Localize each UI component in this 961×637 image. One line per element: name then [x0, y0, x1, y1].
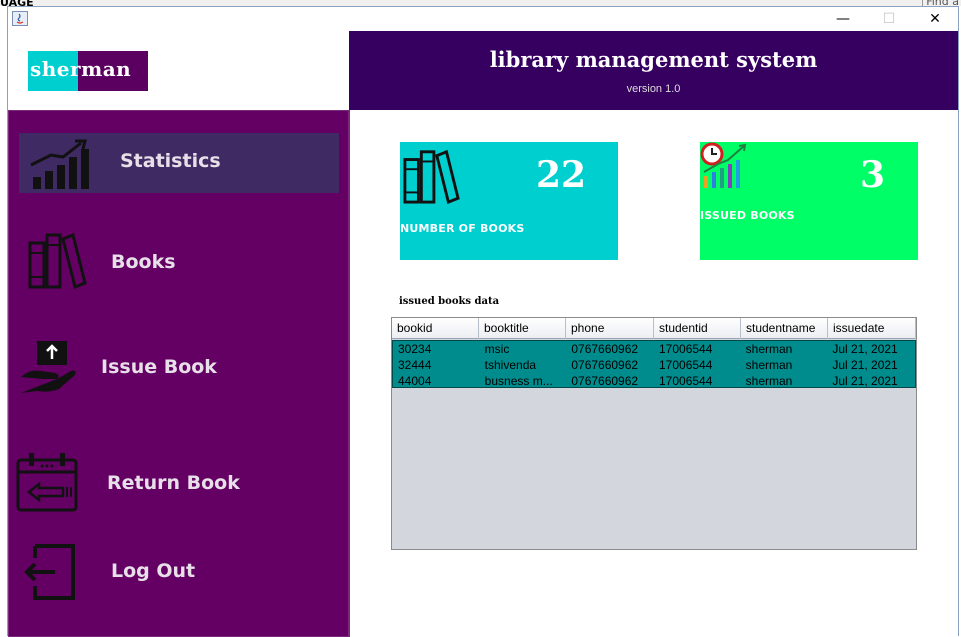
sidebar-item-books[interactable]: Books — [9, 223, 350, 293]
close-button[interactable]: ✕ — [912, 7, 958, 31]
sidebar-item-label: Log Out — [111, 560, 196, 582]
sidebar-item-logout[interactable]: Log Out — [9, 536, 350, 606]
column-header-studentname[interactable]: studentname — [741, 318, 828, 339]
title-bar[interactable]: — ☐ ✕ — [8, 7, 958, 31]
column-header-studentid[interactable]: studentid — [654, 318, 741, 339]
table-row[interactable]: 32444 tshivenda 0767660962 17006544 sher… — [393, 357, 915, 373]
table-cell: 17006544 — [659, 358, 713, 372]
table-cell: Jul 21, 2021 — [832, 342, 898, 356]
table-cell: sherman — [745, 342, 793, 356]
app-version: version 1.0 — [626, 83, 681, 95]
clock-growth-icon — [700, 142, 750, 196]
column-header-bookid[interactable]: bookid — [392, 318, 479, 339]
table-body: 30234 msic 0767660962 17006544 sherman J… — [392, 340, 916, 388]
app-header: library management system version 1.0 — [349, 31, 958, 110]
logo-area: sherman — [8, 31, 349, 110]
table-cell: tshivenda — [484, 358, 537, 372]
issued-count-label: ISSUED BOOKS — [700, 209, 795, 222]
logout-icon — [23, 542, 79, 606]
chart-icon — [29, 137, 93, 195]
app-title: library management system — [489, 47, 818, 72]
brand-logo-text: sherman — [30, 57, 132, 81]
table-cell: 0767660962 — [571, 374, 639, 388]
minimize-button[interactable]: — — [820, 7, 866, 31]
app-window: — ☐ ✕ sherman library management system … — [7, 6, 959, 637]
column-header-booktitle[interactable]: booktitle — [479, 318, 566, 339]
column-header-issuedate[interactable]: issuedate — [828, 318, 916, 339]
books-count: 22 — [536, 154, 587, 196]
table-caption: issued books data — [399, 296, 500, 307]
books-count-label: NUMBER OF BOOKS — [400, 222, 525, 235]
issued-count: 3 — [860, 154, 886, 196]
table-cell: 32444 — [398, 358, 432, 372]
java-app-icon — [12, 11, 28, 26]
issued-books-table[interactable]: bookid booktitle phone studentid student… — [391, 317, 917, 550]
sidebar-item-label: Books — [111, 251, 176, 273]
table-cell: 17006544 — [659, 342, 713, 356]
sidebar-item-label: Statistics — [120, 150, 221, 172]
sidebar: Statistics Books Issue Book Return Book … — [8, 110, 349, 637]
table-cell: msic — [484, 342, 510, 356]
column-header-phone[interactable]: phone — [566, 318, 654, 339]
table-cell: Jul 21, 2021 — [832, 358, 898, 372]
sidebar-item-label: Return Book — [107, 472, 240, 494]
table-cell: 44004 — [398, 374, 432, 388]
brand-logo: sherman — [28, 51, 148, 91]
table-cell: 0767660962 — [571, 358, 639, 372]
table-header: bookid booktitle phone studentid student… — [392, 318, 916, 339]
issue-hand-icon — [19, 337, 79, 401]
books-icon — [402, 146, 460, 208]
table-row[interactable]: 44004 busness m... 0767660962 17006544 s… — [393, 373, 915, 389]
table-cell: sherman — [745, 358, 793, 372]
maximize-button[interactable]: ☐ — [866, 7, 912, 31]
table-cell: 0767660962 — [571, 342, 639, 356]
table-row[interactable]: 30234 msic 0767660962 17006544 sherman J… — [393, 341, 915, 357]
sidebar-item-statistics[interactable]: Statistics — [19, 133, 339, 193]
stat-card-issued: 3 ISSUED BOOKS — [700, 142, 918, 260]
table-cell: 30234 — [398, 342, 432, 356]
table-cell: busness m... — [484, 374, 553, 388]
table-cell: 17006544 — [659, 374, 713, 388]
table-cell: Jul 21, 2021 — [832, 374, 898, 388]
statistics-panel: 22 NUMBER OF BOOKS 3 ISSUED BOOKS issued… — [349, 110, 958, 637]
books-icon — [27, 229, 87, 293]
stat-card-books: 22 NUMBER OF BOOKS — [400, 142, 618, 260]
table-cell: sherman — [745, 374, 793, 388]
sidebar-item-issue-book[interactable]: Issue Book — [9, 331, 350, 401]
sidebar-item-return-book[interactable]: Return Book — [9, 446, 350, 516]
sidebar-item-label: Issue Book — [101, 356, 217, 378]
calendar-return-icon — [15, 450, 79, 518]
